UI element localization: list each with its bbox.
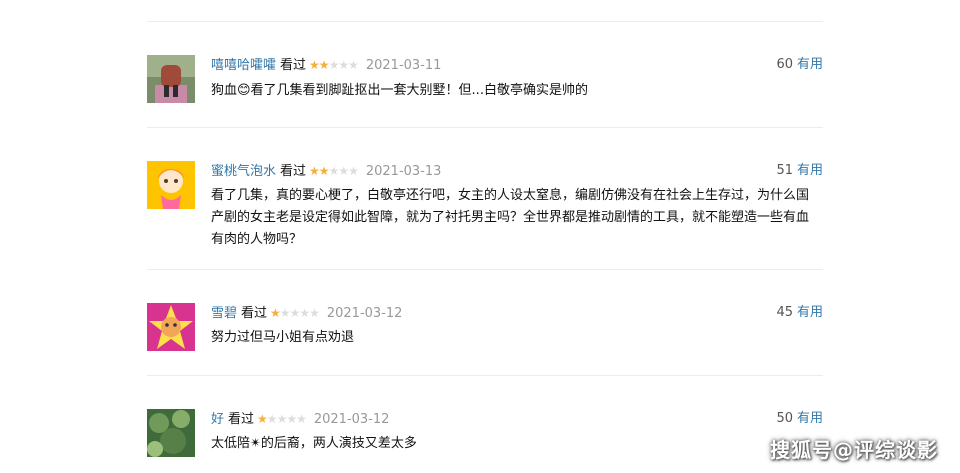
review-header: 嘻嘻哈嚯嚯 看过 ★★★★★ 2021-03-11 bbox=[211, 55, 441, 75]
divider bbox=[147, 269, 823, 270]
vote-count: 45 有用 bbox=[776, 303, 823, 323]
star-icon: ★ bbox=[289, 306, 301, 320]
star-icon: ★ bbox=[296, 412, 307, 426]
rating-stars: ★★★★★ bbox=[270, 303, 320, 323]
star-icon: ★ bbox=[318, 58, 330, 72]
review-date: 2021-03-12 bbox=[326, 306, 403, 321]
star-icon: ★ bbox=[276, 412, 288, 426]
review-content: 看了几集，真的要心梗了，白敬亭还行吧，女主的人设太窒息，编剧仿佛没有在社会上生存… bbox=[211, 188, 810, 247]
username-link[interactable]: 嘻嘻哈嚯嚯 bbox=[211, 58, 276, 73]
star-icon: ★ bbox=[286, 412, 297, 426]
username-link[interactable]: 雪碧 bbox=[211, 306, 237, 321]
useful-button[interactable]: 有用 bbox=[797, 305, 823, 320]
star-icon: ★ bbox=[309, 58, 320, 72]
username-link[interactable]: 蜜桃气泡水 bbox=[211, 164, 276, 179]
watch-status: 看过 bbox=[280, 164, 307, 179]
review-content: 努力过但马小姐有点劝退 bbox=[211, 330, 355, 345]
useful-button[interactable]: 有用 bbox=[797, 57, 823, 72]
avatar[interactable] bbox=[147, 161, 195, 209]
star-icon: ★ bbox=[270, 306, 281, 320]
watch-status: 看过 bbox=[228, 412, 255, 427]
avatar[interactable] bbox=[147, 409, 195, 457]
star-icon: ★ bbox=[348, 164, 359, 178]
star-icon: ★ bbox=[266, 412, 278, 426]
divider bbox=[147, 21, 823, 22]
useful-button[interactable]: 有用 bbox=[797, 411, 823, 426]
star-icon: ★ bbox=[299, 306, 310, 320]
watch-status: 看过 bbox=[280, 58, 307, 73]
rating-stars: ★★★★★ bbox=[257, 409, 307, 429]
star-icon: ★ bbox=[257, 412, 268, 426]
review-content: 太低陪✴的后裔，两人演技又差太多 bbox=[211, 436, 417, 451]
star-icon: ★ bbox=[348, 58, 359, 72]
review-header: 雪碧 看过 ★★★★★ 2021-03-12 bbox=[211, 303, 402, 323]
rating-stars: ★★★★★ bbox=[309, 55, 359, 75]
review-header: 好看过 ★★★★★ 2021-03-12 bbox=[211, 409, 389, 429]
star-icon: ★ bbox=[338, 164, 349, 178]
vote-number: 51 bbox=[776, 163, 793, 178]
useful-button[interactable]: 有用 bbox=[797, 163, 823, 178]
review-date: 2021-03-13 bbox=[365, 164, 442, 179]
username-link[interactable]: 好 bbox=[211, 412, 224, 427]
star-icon: ★ bbox=[338, 58, 349, 72]
vote-number: 50 bbox=[776, 411, 793, 426]
vote-number: 60 bbox=[776, 57, 793, 72]
review-item: 雪碧 看过 ★★★★★ 2021-03-12 45 有用 努力过但马小姐有点劝退 bbox=[147, 303, 823, 353]
watch-status: 看过 bbox=[241, 306, 268, 321]
star-icon: ★ bbox=[309, 306, 320, 320]
star-icon: ★ bbox=[328, 164, 340, 178]
star-icon: ★ bbox=[309, 164, 320, 178]
vote-count: 51 有用 bbox=[776, 161, 823, 181]
avatar[interactable] bbox=[147, 303, 195, 351]
review-item: 好看过 ★★★★★ 2021-03-12 50 有用 太低陪✴的后裔，两人演技又差太多 bbox=[147, 409, 823, 459]
watermark: 搜狐号@评综谈影 bbox=[770, 438, 938, 462]
divider bbox=[147, 127, 823, 128]
divider bbox=[147, 375, 823, 376]
review-date: 2021-03-12 bbox=[313, 412, 390, 427]
review-date: 2021-03-11 bbox=[365, 58, 442, 73]
star-icon: ★ bbox=[279, 306, 291, 320]
review-item: 嘻嘻哈嚯嚯 看过 ★★★★★ 2021-03-11 60 有用 狗血😊看了几集看到脚趾抠… bbox=[147, 55, 823, 115]
avatar[interactable] bbox=[147, 55, 195, 103]
review-content: 狗血😊看了几集看到脚趾抠出一套大别墅！但...白敬亭确实是帅的 bbox=[211, 83, 588, 98]
rating-stars: ★★★★★ bbox=[309, 161, 359, 181]
vote-count: 60 有用 bbox=[776, 55, 823, 75]
star-icon: ★ bbox=[318, 164, 330, 178]
review-item: 蜜桃气泡水 看过 ★★★★★ 2021-03-13 51 有用 看了几集，真的要心梗了，… bbox=[147, 161, 823, 251]
vote-count: 50 有用 bbox=[776, 409, 823, 429]
star-icon: ★ bbox=[328, 58, 340, 72]
review-header: 蜜桃气泡水 看过 ★★★★★ 2021-03-13 bbox=[211, 161, 441, 181]
vote-number: 45 bbox=[776, 305, 793, 320]
